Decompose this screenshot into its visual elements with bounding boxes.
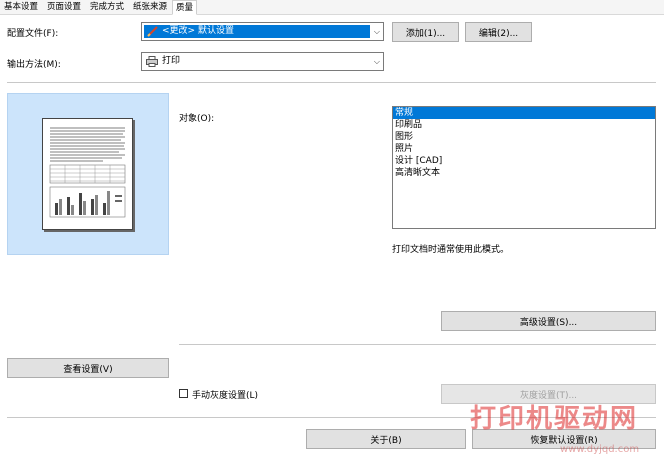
objective-description: 打印文档时通常使用此模式。 bbox=[392, 245, 510, 255]
printer-icon bbox=[146, 56, 158, 67]
about-button[interactable]: 关于(B) bbox=[306, 429, 466, 449]
divider bbox=[179, 344, 656, 345]
preview-document-image bbox=[49, 127, 126, 218]
output-method-value: 打印 bbox=[162, 56, 181, 66]
preview-page-thumbnail bbox=[42, 118, 133, 230]
pencil-icon bbox=[147, 26, 158, 37]
list-item[interactable]: 印刷品 bbox=[393, 119, 655, 131]
tab-page-setup[interactable]: 页面设置 bbox=[44, 0, 84, 14]
manual-gray-checkbox[interactable] bbox=[179, 389, 188, 398]
watermark-logo: 打印机驱动网 bbox=[470, 404, 639, 434]
tab-basic-settings[interactable]: 基本设置 bbox=[1, 0, 41, 14]
list-item[interactable]: 照片 bbox=[393, 143, 655, 155]
tab-bar: 基本设置 页面设置 完成方式 纸张来源 质量 bbox=[0, 0, 664, 15]
output-method-label: 输出方法(M): bbox=[7, 60, 61, 70]
chevron-down-icon: ⌵ bbox=[373, 26, 380, 36]
list-item[interactable]: 常规 bbox=[393, 107, 655, 119]
profile-label: 配置文件(F): bbox=[7, 29, 59, 39]
watermark-url: www.dyjqd.com bbox=[560, 444, 640, 455]
profile-select-value: <更改> 默认设置 bbox=[162, 26, 234, 36]
objective-list[interactable]: 常规 印刷品 图形 照片 设计 [CAD] 高清晰文本 bbox=[392, 106, 656, 229]
divider bbox=[7, 82, 656, 83]
chevron-down-icon: ⌵ bbox=[373, 56, 380, 66]
tab-quality[interactable]: 质量 bbox=[172, 0, 198, 15]
advanced-settings-button[interactable]: 高级设置(S)... bbox=[441, 311, 656, 331]
view-settings-button[interactable]: 查看设置(V) bbox=[7, 358, 169, 378]
tab-finishing[interactable]: 完成方式 bbox=[87, 0, 127, 14]
profile-select[interactable]: <更改> 默认设置 ⌵ bbox=[141, 22, 384, 41]
manual-gray-label: 手动灰度设置(L) bbox=[192, 391, 259, 401]
preview-panel bbox=[7, 93, 169, 255]
edit-button[interactable]: 编辑(2)... bbox=[465, 22, 532, 42]
output-method-select[interactable]: 打印 ⌵ bbox=[141, 52, 384, 71]
tab-paper-source[interactable]: 纸张来源 bbox=[130, 0, 170, 14]
list-item[interactable]: 高清晰文本 bbox=[393, 167, 655, 179]
list-item[interactable]: 图形 bbox=[393, 131, 655, 143]
list-item[interactable]: 设计 [CAD] bbox=[393, 155, 655, 167]
objective-label: 对象(O): bbox=[179, 114, 215, 124]
add-button[interactable]: 添加(1)... bbox=[392, 22, 459, 42]
